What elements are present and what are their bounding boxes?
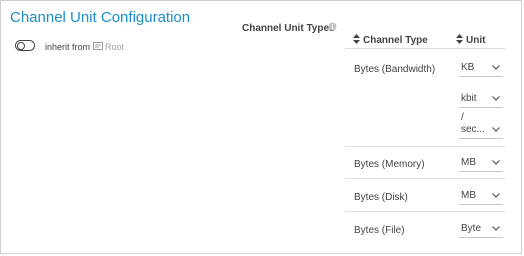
root-device-icon [93, 42, 103, 50]
toggle-knob [17, 42, 25, 50]
chevron-down-icon [492, 193, 500, 198]
unit-separator: / [461, 112, 464, 123]
sort-icon [353, 34, 360, 45]
panel-title: Channel Unit Configuration [10, 9, 191, 26]
channel-unit-types-label: Channel Unit Types [242, 23, 335, 34]
chevron-down-icon [492, 226, 500, 231]
column-header-label: Unit [466, 35, 486, 46]
chevron-down-icon [492, 96, 500, 101]
unit-select-value: MB [461, 190, 476, 201]
unit-select[interactable]: KB [459, 61, 503, 77]
unit-select-secondary[interactable]: kbit [459, 92, 503, 108]
channel-type-label: Bytes (File) [354, 225, 405, 236]
unit-select-value: kbit [461, 93, 477, 104]
chevron-down-icon [492, 160, 500, 165]
channel-type-label: Bytes (Memory) [354, 159, 425, 170]
channel-unit-panel: Channel Unit Configuration inherit from … [0, 0, 522, 254]
channel-type-label: Bytes (Disk) [354, 192, 408, 203]
unit-select-value: sec... [461, 124, 485, 135]
column-header-unit[interactable]: Unit [456, 34, 486, 46]
inherit-label: inherit from [45, 42, 91, 52]
unit-select-value: KB [461, 62, 475, 73]
chevron-down-icon [492, 127, 500, 132]
unit-select-time[interactable]: sec... [459, 123, 503, 139]
info-icon[interactable] [328, 22, 337, 31]
unit-select[interactable]: MB [459, 156, 503, 172]
chevron-down-icon [492, 65, 500, 70]
root-link[interactable]: Root [105, 42, 124, 52]
row-divider [345, 146, 505, 147]
row-divider [345, 178, 505, 179]
row-divider [345, 211, 505, 212]
unit-select-value: MB [461, 157, 476, 168]
table-header-divider [345, 48, 505, 49]
inherit-toggle[interactable] [15, 40, 35, 51]
column-header-channel-type[interactable]: Channel Type [353, 34, 428, 46]
sort-icon [456, 34, 463, 45]
unit-select[interactable]: Byte [459, 222, 503, 238]
column-header-label: Channel Type [363, 35, 428, 46]
unit-select-value: Byte [461, 223, 482, 234]
channel-type-label: Bytes (Bandwidth) [354, 64, 436, 75]
unit-select[interactable]: MB [459, 189, 503, 205]
